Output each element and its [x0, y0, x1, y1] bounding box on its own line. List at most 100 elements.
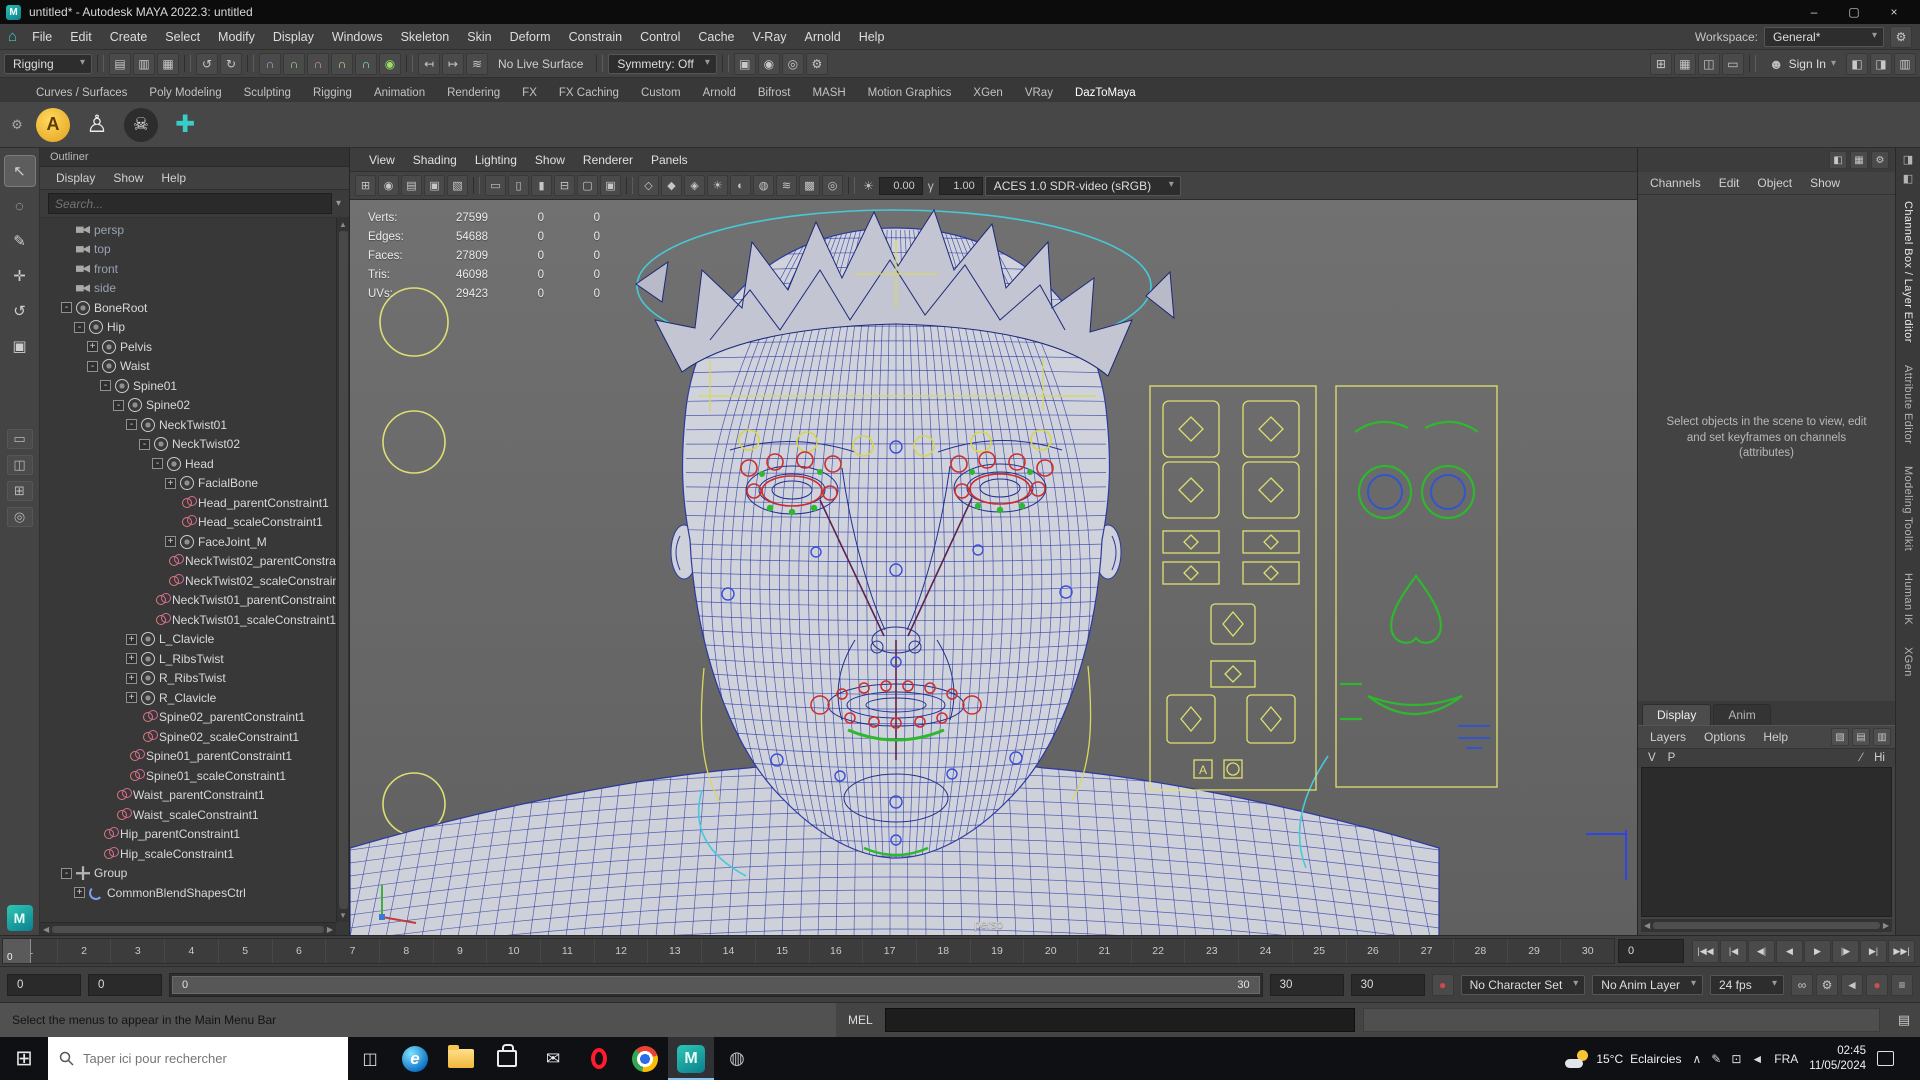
output-connections-icon[interactable]: ↦	[442, 53, 464, 75]
shelf-tab[interactable]: FX Caching	[549, 84, 629, 102]
menu-item[interactable]: Cache	[689, 24, 743, 50]
outliner-menu-item[interactable]: Show	[105, 169, 151, 187]
layout-two-pane-icon[interactable]: ◫	[7, 455, 33, 475]
frame-tick[interactable]: 7	[325, 939, 379, 963]
shelf-tab[interactable]: Animation	[364, 84, 435, 102]
step-forward-button[interactable]: |▶	[1832, 940, 1859, 963]
camera-lock-icon[interactable]: ◉	[378, 175, 399, 196]
outliner-row[interactable]: Spine01_parentConstraint1	[44, 747, 349, 767]
outliner-row[interactable]: - Head	[44, 454, 349, 474]
current-time-marker[interactable]: 0	[3, 939, 31, 963]
outliner-row[interactable]: Spine02_scaleConstraint1	[44, 727, 349, 747]
daz-character-shelf-icon[interactable]: ♙	[80, 108, 114, 142]
rotate-tool[interactable]: ↺	[5, 296, 35, 326]
outliner-row[interactable]: Head_parentConstraint1	[44, 493, 349, 513]
column-playback[interactable]: P	[1668, 752, 1676, 764]
channel-box-menu-item[interactable]: Channels	[1642, 174, 1709, 192]
outliner-row[interactable]: + R_RibsTwist	[44, 669, 349, 689]
media-app-icon[interactable]: ◍	[714, 1037, 760, 1080]
undo-icon[interactable]: ↺	[196, 53, 218, 75]
zoom-tool-icon[interactable]: ◎	[7, 507, 33, 527]
taskbar-search[interactable]	[48, 1037, 348, 1080]
shelf-tab[interactable]: Custom	[631, 84, 691, 102]
pen-icon[interactable]: ✎	[1711, 1052, 1721, 1066]
symmetry-dropdown[interactable]: Symmetry: Off	[608, 54, 716, 74]
outliner-row[interactable]: Waist_scaleConstraint1	[44, 805, 349, 825]
mel-label[interactable]: MEL	[836, 1003, 885, 1037]
menu-item[interactable]: Edit	[61, 24, 101, 50]
open-scene-icon[interactable]: ▥	[133, 53, 155, 75]
record-icon[interactable]: ●	[1866, 974, 1888, 996]
character-set-dropdown[interactable]: No Character Set	[1461, 975, 1586, 995]
home-icon[interactable]: ⌂	[8, 28, 17, 45]
outliner-row[interactable]: + L_RibsTwist	[44, 649, 349, 669]
step-back-button[interactable]: ◀|	[1748, 940, 1775, 963]
channel-box-toggle-icon[interactable]: ▥	[1894, 53, 1916, 75]
input-connections-icon[interactable]: ↤	[418, 53, 440, 75]
snap-grid-icon[interactable]: ∩	[259, 53, 281, 75]
outliner-row[interactable]: - NeckTwist02	[44, 435, 349, 455]
frame-tick[interactable]: 21	[1077, 939, 1131, 963]
frame-tick[interactable]: 10	[486, 939, 540, 963]
render-current-frame-icon[interactable]: ◉	[758, 53, 780, 75]
frame-tick[interactable]: 22	[1131, 939, 1185, 963]
viewport-grid-icon[interactable]: ⊞	[355, 175, 376, 196]
expand-toggle-icon[interactable]: -	[139, 439, 150, 450]
layer-editor-tab[interactable]: Anim	[1713, 704, 1770, 725]
channel-box-menu-item[interactable]: Edit	[1711, 174, 1748, 192]
construction-history-icon[interactable]: ≋	[466, 53, 488, 75]
shelf-tab[interactable]: Poly Modeling	[139, 84, 231, 102]
outliner-row[interactable]: NeckTwist02_scaleConstraint	[44, 571, 349, 591]
ipr-render-icon[interactable]: ◎	[782, 53, 804, 75]
frame-tick[interactable]: 6	[272, 939, 326, 963]
shelf-tab[interactable]: DazToMaya	[1065, 84, 1146, 102]
animation-start-field[interactable]: 0	[7, 974, 81, 996]
move-to-layer-icon[interactable]: ▧	[1831, 728, 1849, 746]
workspace-dropdown[interactable]: General*	[1764, 27, 1884, 47]
file-explorer-icon[interactable]	[438, 1037, 484, 1080]
outliner-row[interactable]: - Group	[44, 864, 349, 884]
expand-toggle-icon[interactable]: -	[87, 361, 98, 372]
sidebar-tab[interactable]: Modeling Toolkit	[1902, 466, 1914, 551]
pin-channel-box-icon[interactable]: ◧	[1829, 151, 1847, 169]
sign-in-button[interactable]: ☻ Sign In ▾	[1761, 56, 1844, 72]
rig-slider-panel[interactable]	[1150, 386, 1316, 790]
menu-item[interactable]: Deform	[501, 24, 560, 50]
frame-tick[interactable]: 16	[809, 939, 863, 963]
shelf-tab[interactable]: VRay	[1015, 84, 1063, 102]
filter-chevron-icon[interactable]: ▾	[336, 198, 341, 209]
frame-tick[interactable]: 27	[1399, 939, 1453, 963]
expand-panel-icon[interactable]: ◧	[1903, 172, 1913, 185]
tool-settings-toggle-icon[interactable]: ◨	[1870, 53, 1892, 75]
frame-tick[interactable]: 4	[164, 939, 218, 963]
textured-mode-icon[interactable]: ◈	[684, 175, 705, 196]
clock[interactable]: 02:45 11/05/2024	[1809, 1044, 1866, 1074]
chevron-up-icon[interactable]: ∧	[1692, 1052, 1701, 1066]
shelf-tab[interactable]: FX	[512, 84, 547, 102]
display-icon[interactable]: ⊡	[1731, 1052, 1741, 1066]
lasso-select-tool[interactable]: ◌	[5, 191, 35, 221]
timeline-track[interactable]: 0 12345678910111213141516171819202122232…	[2, 938, 1615, 964]
play-backwards-button[interactable]: ◀	[1776, 940, 1803, 963]
menu-item[interactable]: Control	[631, 24, 689, 50]
grid-toggle-icon[interactable]: ⊞	[1650, 53, 1672, 75]
outliner-row[interactable]: Hip_parentConstraint1	[44, 825, 349, 845]
outliner-row[interactable]: NeckTwist02_parentConstrai	[44, 552, 349, 572]
playback-start-field[interactable]: 0	[88, 974, 162, 996]
viewport-menu-item[interactable]: Panels	[642, 153, 697, 167]
exposure-icon[interactable]: ☀	[860, 179, 877, 193]
gamma-field[interactable]: 1.00	[939, 177, 983, 195]
shelf-tab[interactable]: Curves / Surfaces	[26, 84, 137, 102]
shelf-tab[interactable]: Rendering	[437, 84, 510, 102]
frame-tick[interactable]: 2	[57, 939, 111, 963]
outliner-row[interactable]: + Pelvis	[44, 337, 349, 357]
outliner-row[interactable]: - Waist	[44, 357, 349, 377]
channel-box-menu-item[interactable]: Show	[1802, 174, 1848, 192]
outliner-row[interactable]: Head_scaleConstraint1	[44, 513, 349, 533]
script-editor-icon[interactable]: ▤	[1888, 1003, 1920, 1037]
layer-list[interactable]	[1641, 767, 1892, 917]
frame-tick[interactable]: 24	[1238, 939, 1292, 963]
create-layer-from-selected-icon[interactable]: ▥	[1873, 728, 1891, 746]
go-to-start-button[interactable]: |◀◀	[1692, 940, 1719, 963]
sidebar-tab[interactable]: Channel Box / Layer Editor	[1902, 201, 1914, 343]
